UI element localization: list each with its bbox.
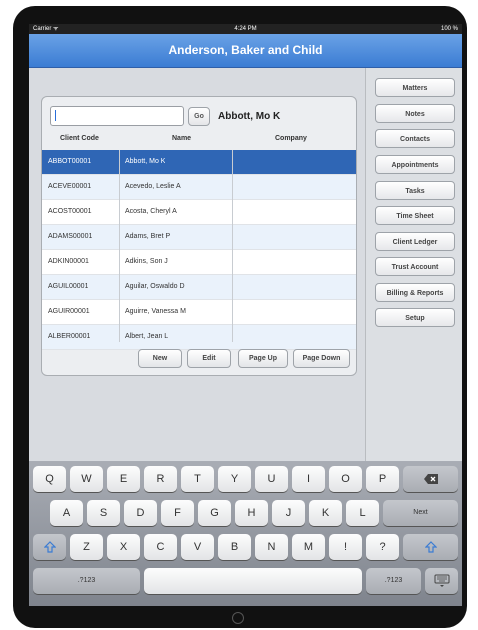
client-name-cell: Adkins, Son J [125, 258, 168, 265]
numbers-key-right[interactable]: .?123 [366, 568, 421, 594]
key-f[interactable]: F [161, 500, 194, 526]
client-name-cell: Abbott, Mo K [125, 158, 166, 165]
edit-button[interactable]: Edit [187, 349, 231, 368]
sidebar: Matters Notes Contacts Appointments Task… [365, 68, 462, 461]
key-w[interactable]: W [70, 466, 103, 492]
table-row[interactable]: AGUIR00001 Aguirre, Vanessa M [42, 300, 356, 325]
sidebar-item-setup[interactable]: Setup [375, 308, 455, 327]
key-u[interactable]: U [255, 466, 288, 492]
key-o[interactable]: O [329, 466, 362, 492]
key-i[interactable]: I [292, 466, 325, 492]
client-name-cell: Adams, Bret P [125, 233, 171, 240]
key-m[interactable]: M [292, 534, 325, 560]
client-name-cell: Aguilar, Oswaldo D [125, 283, 185, 290]
table-row[interactable]: ACEVE00001 Acevedo, Leslie A [42, 175, 356, 200]
hide-keyboard-key[interactable] [425, 568, 458, 594]
column-divider [119, 150, 120, 342]
key-d[interactable]: D [124, 500, 157, 526]
keyboard-hide-icon [434, 574, 449, 587]
column-divider [232, 150, 233, 342]
column-header-company[interactable]: Company [275, 135, 307, 142]
on-screen-keyboard: Q W E R T Y U I O P A S D F G H J K L Ne… [29, 461, 462, 606]
backspace-icon [423, 474, 438, 484]
new-button[interactable]: New [138, 349, 182, 368]
key-q[interactable]: Q [33, 466, 66, 492]
key-x[interactable]: X [107, 534, 140, 560]
client-code-cell: AGUIL00001 [48, 283, 89, 290]
key-exclamation[interactable]: ! [329, 534, 362, 560]
column-header-client-code[interactable]: Client Code [60, 135, 99, 142]
key-l[interactable]: L [346, 500, 379, 526]
key-v[interactable]: V [181, 534, 214, 560]
client-code-cell: ACEVE00001 [48, 183, 92, 190]
key-n[interactable]: N [255, 534, 288, 560]
key-p[interactable]: P [366, 466, 399, 492]
client-table: ABBOT00001 Abbott, Mo K ACEVE00001 Aceve… [42, 150, 356, 350]
shift-icon [424, 541, 437, 553]
client-code-cell: ABBOT00001 [48, 158, 92, 165]
sidebar-item-billing-reports[interactable]: Billing & Reports [375, 283, 455, 302]
home-button[interactable] [232, 612, 244, 624]
client-code-cell: ACOST00001 [48, 208, 92, 215]
client-list-panel: Go Abbott, Mo K Client Code Name Company… [41, 96, 357, 376]
sidebar-item-notes[interactable]: Notes [375, 104, 455, 123]
next-key[interactable]: Next [383, 500, 458, 526]
app-title: Anderson, Baker and Child [29, 34, 462, 68]
selected-client-name: Abbott, Mo K [218, 111, 281, 122]
client-code-cell: ADKIN00001 [48, 258, 89, 265]
client-name-cell: Albert, Jean L [125, 333, 169, 340]
go-button[interactable]: Go [188, 107, 210, 126]
table-row[interactable]: ADAMS00001 Adams, Bret P [42, 225, 356, 250]
sidebar-item-time-sheet[interactable]: Time Sheet [375, 206, 455, 225]
search-input[interactable] [50, 106, 184, 126]
text-cursor [55, 110, 56, 121]
status-bar: Carrier ᯤ 4:24 PM 100 % [29, 24, 462, 34]
key-t[interactable]: T [181, 466, 214, 492]
space-bar[interactable] [144, 568, 362, 594]
table-row[interactable]: ALBER00001 Albert, Jean L [42, 325, 356, 350]
table-row[interactable]: ADKIN00001 Adkins, Son J [42, 250, 356, 275]
key-j[interactable]: J [272, 500, 305, 526]
shift-key-left[interactable] [33, 534, 66, 560]
key-r[interactable]: R [144, 466, 177, 492]
table-row[interactable]: ACOST00001 Acosta, Cheryl A [42, 200, 356, 225]
column-header-name[interactable]: Name [172, 135, 191, 142]
sidebar-item-tasks[interactable]: Tasks [375, 181, 455, 200]
key-question[interactable]: ? [366, 534, 399, 560]
shift-icon [43, 541, 56, 553]
key-a[interactable]: A [50, 500, 83, 526]
backspace-key[interactable] [403, 466, 458, 492]
key-s[interactable]: S [87, 500, 120, 526]
client-name-cell: Aguirre, Vanessa M [125, 308, 186, 315]
page-up-button[interactable]: Page Up [238, 349, 288, 368]
sidebar-item-matters[interactable]: Matters [375, 78, 455, 97]
page-down-button[interactable]: Page Down [293, 349, 350, 368]
client-code-cell: ADAMS00001 [48, 233, 93, 240]
client-code-cell: AGUIR00001 [48, 308, 90, 315]
client-name-cell: Acosta, Cheryl A [125, 208, 177, 215]
battery-label: 100 % [440, 26, 458, 32]
table-row[interactable]: ABBOT00001 Abbott, Mo K [42, 150, 356, 175]
screen: Carrier ᯤ 4:24 PM 100 % Anderson, Baker … [29, 24, 462, 606]
numbers-key-left[interactable]: .?123 [33, 568, 140, 594]
key-y[interactable]: Y [218, 466, 251, 492]
key-h[interactable]: H [235, 500, 268, 526]
clock: 4:24 PM [234, 26, 257, 32]
table-row[interactable]: AGUIL00001 Aguilar, Oswaldo D [42, 275, 356, 300]
key-g[interactable]: G [198, 500, 231, 526]
sidebar-item-contacts[interactable]: Contacts [375, 129, 455, 148]
client-code-cell: ALBER00001 [48, 333, 91, 340]
client-name-cell: Acevedo, Leslie A [125, 183, 181, 190]
shift-key-right[interactable] [403, 534, 458, 560]
key-b[interactable]: B [218, 534, 251, 560]
key-k[interactable]: K [309, 500, 342, 526]
sidebar-item-trust-account[interactable]: Trust Account [375, 257, 455, 276]
key-e[interactable]: E [107, 466, 140, 492]
sidebar-item-appointments[interactable]: Appointments [375, 155, 455, 174]
key-c[interactable]: C [144, 534, 177, 560]
sidebar-item-client-ledger[interactable]: Client Ledger [375, 232, 455, 251]
key-z[interactable]: Z [70, 534, 103, 560]
